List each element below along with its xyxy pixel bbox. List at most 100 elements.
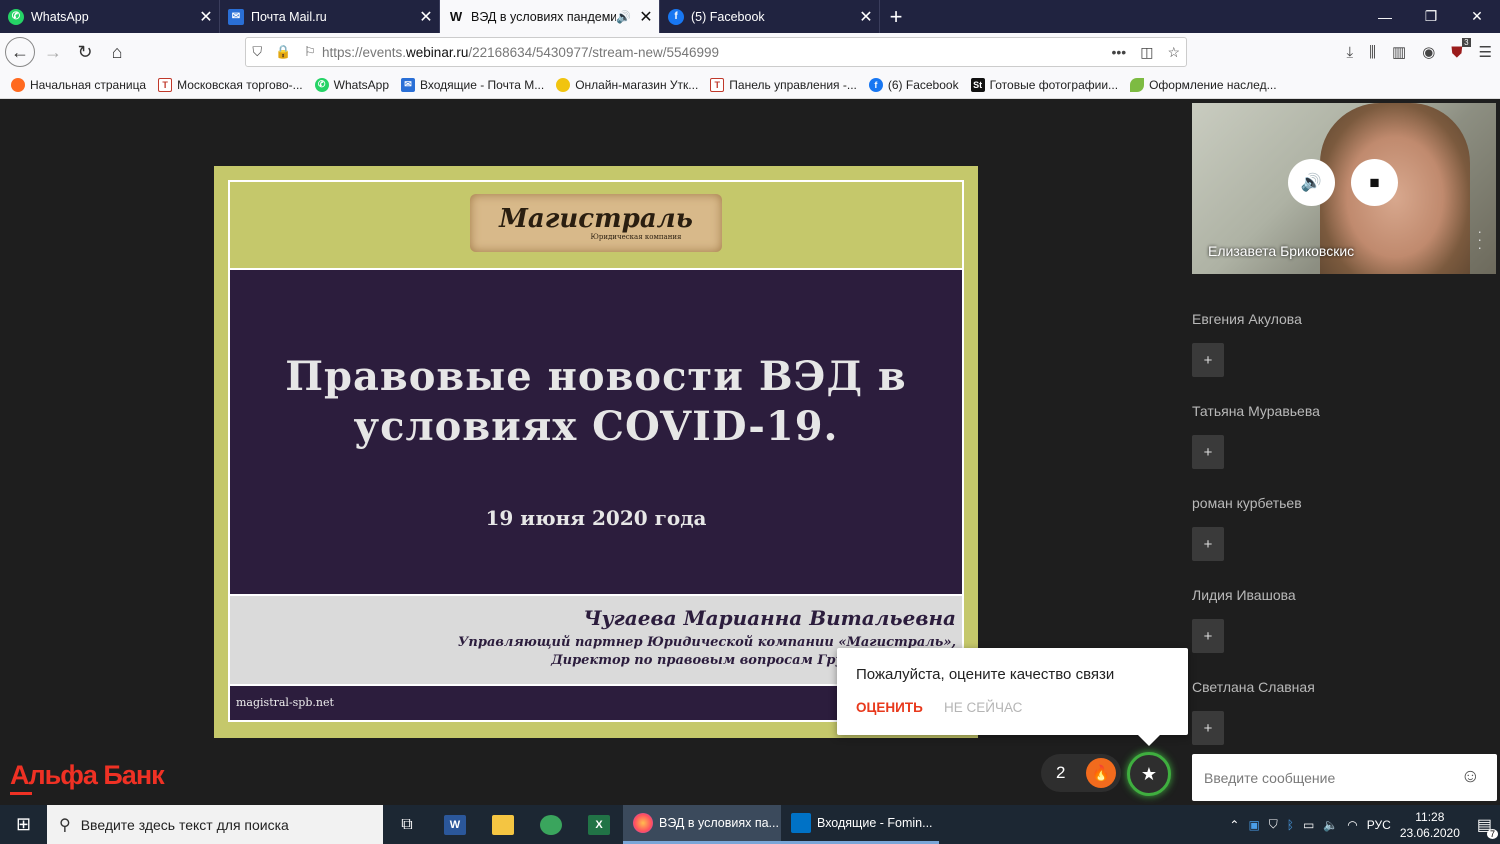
clock[interactable]: 11:28 23.06.2020 [1400,809,1460,841]
bookmark-item[interactable]: Начальная страница [11,77,146,92]
bluetooth-icon[interactable]: ᛒ [1287,818,1294,832]
webinar-stage: Магистраль Юридическая компания Правовые… [0,99,1500,805]
bookmark-item[interactable]: Оформление наслед... [1130,77,1277,92]
forward-button[interactable]: → [37,36,69,68]
audio-toggle-button[interactable]: 🔊 [1288,159,1335,206]
word-app[interactable]: W [431,805,479,844]
word-icon: W [444,814,466,835]
bookmark-item[interactable]: ✆ WhatsApp [314,77,389,92]
taskbar-search-text: Введите здесь текст для поиска [80,816,289,833]
whatsapp-icon: ✆ [8,8,24,25]
reload-button[interactable]: ↻ [69,36,101,68]
not-now-button[interactable]: НЕ СЕЙЧАС [944,700,1022,715]
outlook-task[interactable]: Входящие - Fomin... [781,805,939,844]
bookmark-item[interactable]: Онлайн-магазин Утк... [556,77,698,92]
bookmark-item[interactable]: f (6) Facebook [868,77,959,92]
close-window-button[interactable]: ✕ [1454,0,1500,33]
add-participant-button[interactable]: + [1192,435,1224,469]
close-icon[interactable]: ✕ [853,7,879,27]
outlook-tray-icon[interactable]: ▣ [1248,818,1259,832]
slide-date: 19 июня 2020 года [485,506,707,530]
leaf-icon [1130,77,1145,92]
add-participant-button[interactable]: + [1192,711,1224,745]
url-prefix: https://events. [322,44,407,60]
sidebar-icon[interactable]: ▥ [1392,43,1406,61]
maps-app[interactable] [527,805,575,844]
back-button[interactable]: ← [5,37,35,67]
star-rating-button[interactable]: ★ [1127,752,1171,796]
shield-icon[interactable]: ⛉ [252,44,262,60]
taskbar-search[interactable]: ⚲ Введите здесь текст для поиска [47,805,383,844]
maximize-button[interactable]: ❐ [1408,0,1454,33]
more-icon[interactable]: ••• [1111,44,1126,61]
address-bar[interactable]: ⛉ 🔒 ⚐ https://events. webinar.ru/22168634… [245,37,1187,67]
permissions-icon[interactable]: ⚐ [304,44,316,60]
speaker-video: 🔊 ■ Елизавета Бриковскис · · · [1192,103,1496,274]
tab-webinar[interactable]: W ВЭД в условиях пандемии 🔊 ✕ [440,0,660,33]
participant-name: Светлана Славная [1192,679,1315,695]
clock-time: 11:28 [1415,809,1445,824]
bookmark-label: WhatsApp [333,77,389,92]
bookmark-star-icon[interactable]: ☆ [1167,44,1180,61]
facebook-icon: f [868,77,883,92]
popup-text: Пожалуйста, оцените качество связи [856,666,1115,683]
firefox-task[interactable]: ВЭД в условиях па... [623,805,781,844]
tab-mail[interactable]: ✉ Почта Mail.ru ✕ [220,0,440,33]
webinar-icon: W [449,9,463,24]
library-icon[interactable]: ⫼ [1369,44,1376,61]
chevron-up-icon[interactable]: ⌃ [1229,818,1239,832]
download-icon[interactable]: ⤓ [1346,44,1353,61]
ublock-icon[interactable]: ⛊ 3 [1451,37,1471,61]
close-icon[interactable]: ✕ [633,7,659,27]
participants-panel: 🔊 ■ Елизавета Бриковскис · · · Евгения Аку… [1183,99,1500,805]
firefox-icon [633,813,653,833]
duck-icon [556,77,571,92]
excel-app[interactable]: X [575,805,623,844]
explorer-app[interactable] [479,805,527,844]
notifications-icon[interactable]: ▤ 7 [1477,815,1498,839]
list-item: Лидия Ивашова + [1192,585,1492,677]
add-participant-button[interactable]: + [1192,527,1224,561]
emoji-icon[interactable]: ☺ [1461,766,1480,788]
participant-name: Татьяна Муравьева [1192,403,1320,419]
pocket-icon[interactable]: ◫ [1140,44,1153,61]
company-logo: Магистраль Юридическая компания [470,194,722,252]
lock-icon[interactable]: 🔒 [275,44,291,60]
start-button[interactable]: ⊞ [0,805,47,844]
bookmark-label: Входящие - Почта М... [420,77,545,92]
tab-label: ВЭД в условиях пандемии [471,9,617,24]
language-indicator[interactable]: РУС [1367,818,1391,832]
rate-button[interactable]: ОЦЕНИТЬ [856,700,923,715]
menu-icon[interactable]: ☰ [1479,43,1492,61]
bookmark-item[interactable]: St Готовые фотографии... [970,77,1118,92]
fire-icon[interactable]: 🔥 [1086,758,1116,788]
reaction-counter[interactable]: 2 🔥 [1041,754,1121,792]
minimize-button[interactable]: — [1362,0,1408,33]
camera-toggle-button[interactable]: ■ [1351,159,1398,206]
bookmark-item[interactable]: ✉ Входящие - Почта М... [401,77,545,92]
tab-whatsapp[interactable]: ✆ WhatsApp ✕ [0,0,220,33]
account-icon[interactable]: ◉ [1422,43,1435,61]
popup-tail [1137,734,1161,746]
add-participant-button[interactable]: + [1192,619,1224,653]
bookmark-item[interactable]: T Панель управления -... [710,77,857,92]
battery-icon[interactable]: ▭ [1303,818,1314,832]
wifi-icon[interactable]: ◠ [1347,818,1357,832]
slide-title: Правовые новости ВЭД в условиях COVID-19… [230,352,962,452]
speaker-icon[interactable]: 🔊 [616,10,631,24]
volume-icon[interactable]: 🔈 [1323,818,1338,832]
video-menu-icon[interactable]: · · · [1477,224,1482,254]
chat-input-box: ☺ [1192,754,1497,801]
search-icon: ⚲ [59,816,71,834]
tab-facebook[interactable]: f (5) Facebook ✕ [660,0,880,33]
add-participant-button[interactable]: + [1192,343,1224,377]
close-icon[interactable]: ✕ [413,7,439,27]
new-tab-button[interactable]: + [880,0,912,33]
home-button[interactable]: ⌂ [101,36,133,68]
bookmark-item[interactable]: T Московская торгово-... [158,77,303,92]
message-input[interactable] [1204,769,1454,786]
close-icon[interactable]: ✕ [193,7,219,27]
reaction-count: 2 [1056,763,1066,782]
task-view-button[interactable]: ⧉ [383,805,431,844]
defender-icon[interactable]: ⛉ [1269,817,1278,832]
